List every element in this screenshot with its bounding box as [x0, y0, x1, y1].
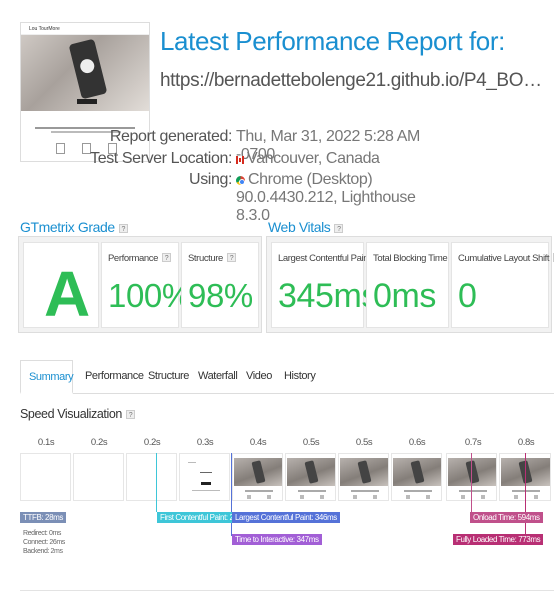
- ttfb-connect: Connect: 26ms: [23, 539, 65, 546]
- help-icon[interactable]: ?: [125, 410, 135, 419]
- section-divider: [20, 590, 554, 591]
- thumbnail-hero-button: [77, 99, 97, 104]
- test-location-value-wrap: Vancouver, Canada: [236, 150, 380, 168]
- timeline-label: 0.3s: [196, 437, 214, 448]
- tbt-value: 0ms: [373, 277, 437, 315]
- performance-card: Performance? 100%: [101, 242, 191, 328]
- tab-history[interactable]: History: [276, 360, 318, 394]
- filmstrip-frame[interactable]: [285, 453, 336, 501]
- report-generated-row: Report generated: Thu, Mar 31, 2022 5:28…: [0, 128, 420, 163]
- timeline-label: 0.5s: [302, 437, 320, 448]
- web-vitals-title: Web Vitals?: [268, 219, 344, 235]
- tti-marker: Time to Interactive: 347ms: [232, 534, 322, 545]
- structure-label-text: Structure: [188, 253, 223, 264]
- report-tabs: Summary Performance Structure Waterfall …: [20, 360, 554, 394]
- tab-summary[interactable]: Summary: [20, 360, 74, 394]
- performance-value: 100%: [108, 277, 191, 314]
- lcp-marker-line: [231, 453, 232, 536]
- using-value-wrap: Chrome (Desktop) 90.0.4430.212, Lighthou…: [236, 171, 420, 225]
- filmstrip-frame-blank[interactable]: [20, 453, 71, 501]
- report-url[interactable]: https://bernadettebolenge21.github.io/P4…: [160, 70, 552, 92]
- ttfb-backend: Backend: 2ms: [23, 548, 63, 555]
- speed-visualization-title: Speed Visualization?: [20, 407, 135, 421]
- timeline-label: 0.2s: [143, 437, 161, 448]
- filmstrip-frame[interactable]: [232, 453, 283, 501]
- ttfb-redirect: Redirect: 0ms: [23, 530, 61, 537]
- fully-loaded-marker-line: [525, 453, 526, 536]
- test-location-value: Vancouver, Canada: [247, 150, 380, 167]
- speed-visualization-title-text: Speed Visualization: [20, 407, 122, 421]
- onload-marker: Onload Time: 594ms: [470, 512, 543, 523]
- fcp-marker-line: [156, 453, 157, 512]
- help-icon[interactable]: ?: [334, 224, 344, 233]
- chrome-icon: [236, 176, 245, 185]
- filmstrip-frame-blank[interactable]: [73, 453, 124, 501]
- lcp-label-text: Largest Contentful Paint: [278, 253, 371, 264]
- timeline-label: 0.2s: [90, 437, 108, 448]
- timeline-label: 0.7s: [464, 437, 482, 448]
- help-icon[interactable]: ?: [118, 224, 128, 233]
- web-vitals-title-text: Web Vitals: [268, 219, 331, 235]
- structure-card: Structure? 98%: [181, 242, 259, 328]
- timeline-label: 0.1s: [37, 437, 55, 448]
- canada-flag-icon: [236, 156, 244, 164]
- cls-value: 0: [458, 277, 477, 315]
- grade-letter: A: [44, 258, 91, 330]
- timeline-label: 0.6s: [408, 437, 426, 448]
- tbt-card: Total Blocking Time? 0ms: [366, 242, 461, 328]
- lcp-marker: Largest Contentful Paint: 346ms: [232, 512, 340, 523]
- performance-label-text: Performance: [108, 253, 158, 264]
- using-value: Chrome (Desktop) 90.0.4430.212, Lighthou…: [236, 171, 416, 224]
- thumbnail-phone-graphic: [68, 38, 108, 100]
- gtmetrix-grade-panel: A Performance? 100% Structure? 98%: [18, 236, 262, 333]
- tab-video[interactable]: Video: [238, 360, 276, 394]
- web-vitals-panel: Largest Contentful Paint? 345ms Total Bl…: [266, 236, 554, 333]
- test-location-row: Test Server Location: Vancouver, Canada: [0, 150, 420, 167]
- report-title: Latest Performance Report for:: [160, 26, 505, 56]
- timeline-label: 0.8s: [517, 437, 535, 448]
- frame-content-preview: [188, 458, 223, 494]
- test-location-label: Test Server Location:: [90, 150, 232, 167]
- fully-loaded-marker: Fully Loaded Time: 773ms: [453, 534, 544, 545]
- timeline-label: 0.4s: [249, 437, 267, 448]
- tab-structure[interactable]: Structure: [140, 360, 189, 394]
- lcp-value: 345ms: [278, 277, 379, 315]
- thumbnail-logo: Lou TourMore: [29, 26, 60, 32]
- performance-label: Performance?: [108, 253, 171, 264]
- timeline-label: 0.5s: [355, 437, 373, 448]
- filmstrip-frame-blank[interactable]: [126, 453, 177, 501]
- onload-marker-line: [471, 453, 472, 512]
- cls-label-text: Cumulative Layout Shift: [458, 253, 550, 264]
- report-generated-label: Report generated:: [109, 128, 233, 145]
- using-row: Using: Chrome (Desktop) 90.0.4430.212, L…: [0, 171, 420, 224]
- tab-performance[interactable]: Performance: [77, 360, 144, 394]
- help-icon[interactable]: ?: [161, 253, 171, 262]
- tbt-label-text: Total Blocking Time: [373, 253, 448, 264]
- grade-card: A: [23, 242, 99, 330]
- tab-waterfall[interactable]: Waterfall: [190, 360, 238, 394]
- filmstrip-frame[interactable]: [391, 453, 442, 501]
- using-label: Using:: [189, 171, 232, 188]
- structure-value: 98%: [188, 277, 253, 314]
- lcp-card: Largest Contentful Paint? 345ms: [271, 242, 384, 328]
- help-icon[interactable]: ?: [226, 253, 236, 262]
- thumbnail-topbar: Lou TourMore: [21, 23, 149, 35]
- filmstrip-frame[interactable]: [338, 453, 389, 501]
- cls-card: Cumulative Layout Shift? 0: [451, 242, 554, 328]
- thumbnail-hero-image: [21, 35, 149, 111]
- tbt-label: Total Blocking Time?: [373, 253, 461, 264]
- cls-label: Cumulative Layout Shift?: [458, 253, 554, 264]
- ttfb-marker: TTFB: 28ms: [20, 512, 67, 523]
- filmstrip-frame-first-paint[interactable]: [179, 453, 230, 501]
- structure-label: Structure?: [188, 253, 236, 264]
- gtmetrix-grade-title-text: GTmetrix Grade: [20, 219, 115, 235]
- gtmetrix-grade-title: GTmetrix Grade?: [20, 219, 128, 235]
